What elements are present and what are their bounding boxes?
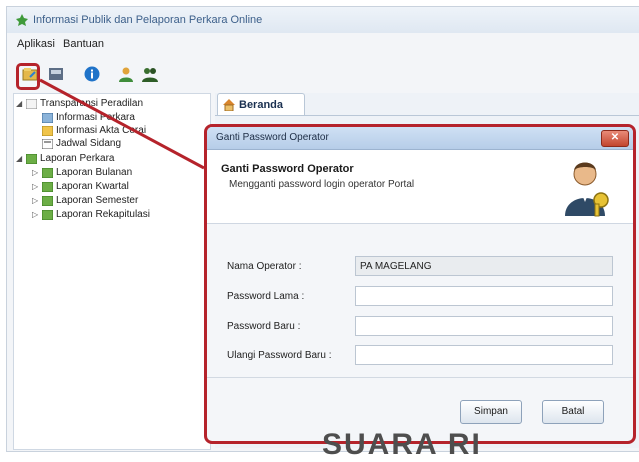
nama-operator-field[interactable] [355, 256, 613, 276]
page-icon [42, 113, 53, 123]
group-icon[interactable] [141, 65, 159, 83]
tree-item-transparansi[interactable]: Transparansi Peradilan [40, 98, 143, 110]
menu-bantuan[interactable]: Bantuan [63, 38, 104, 50]
label-password-baru: Password Baru : [227, 321, 301, 332]
tree-item-laporan-semester[interactable]: Laporan Semester [56, 195, 138, 207]
ulangi-password-field[interactable] [355, 345, 613, 365]
toolbar [7, 59, 639, 89]
title-bar: Informasi Publik dan Pelaporan Perkara O… [7, 7, 639, 33]
user-icon[interactable] [117, 65, 135, 83]
close-icon[interactable]: ✕ [601, 130, 629, 147]
tab-divider [215, 115, 639, 116]
page-icon [42, 126, 53, 136]
dialog-header: Ganti Password Operator Mengganti passwo… [207, 150, 633, 224]
menu-bar: Aplikasi Bantuan [7, 34, 639, 54]
tree-item-informasi-perkara[interactable]: Informasi Perkara [56, 112, 135, 124]
label-nama-operator: Nama Operator : [227, 261, 302, 272]
toolbar-highlight [16, 63, 40, 90]
navigation-tree: ◢ Transparansi Peradilan Informasi Perka… [13, 93, 211, 450]
watermark: SUARA RI [322, 428, 482, 461]
dialog-heading: Ganti Password Operator [221, 163, 354, 175]
dialog-title: Ganti Password Operator [216, 132, 329, 143]
expand-icon[interactable]: ▷ [32, 196, 38, 205]
folder-icon [42, 196, 53, 206]
folder-icon [26, 99, 37, 109]
password-baru-field[interactable] [355, 316, 613, 336]
change-password-dialog: Ganti Password Operator ✕ Ganti Password… [204, 124, 636, 444]
cancel-button[interactable]: Batal [542, 400, 604, 424]
collapse-icon[interactable]: ◢ [16, 154, 22, 163]
password-lama-field[interactable] [355, 286, 613, 306]
folder-icon [26, 154, 37, 164]
page-icon [42, 139, 53, 149]
expand-icon[interactable]: ▷ [32, 168, 38, 177]
folder-icon [42, 168, 53, 178]
folder-icon [42, 210, 53, 220]
tree-item-jadwal-sidang[interactable]: Jadwal Sidang [56, 138, 121, 150]
expand-icon[interactable]: ▷ [32, 182, 38, 191]
collapse-icon[interactable]: ◢ [16, 99, 22, 108]
app-icon [16, 14, 28, 26]
dialog-title-bar: Ganti Password Operator ✕ [207, 127, 633, 150]
dialog-footer-divider [207, 377, 633, 378]
menu-aplikasi[interactable]: Aplikasi [17, 38, 55, 50]
info-icon[interactable] [83, 65, 101, 83]
user-key-icon [565, 162, 609, 217]
tree-item-akta-cerai[interactable]: Informasi Akta Cerai [56, 125, 146, 137]
label-password-lama: Password Lama : [227, 291, 305, 302]
dialog-subheading: Mengganti password login operator Portal [229, 179, 415, 190]
tab-beranda[interactable]: Beranda [217, 93, 305, 116]
document-icon[interactable] [47, 65, 65, 83]
home-icon [223, 99, 235, 111]
label-ulangi-password: Ulangi Password Baru : [227, 350, 332, 361]
save-button[interactable]: Simpan [460, 400, 522, 424]
window-title: Informasi Publik dan Pelaporan Perkara O… [33, 14, 263, 26]
tree-item-laporan-rekapitulasi[interactable]: Laporan Rekapitulasi [56, 209, 150, 221]
tree-item-laporan-bulanan[interactable]: Laporan Bulanan [56, 167, 132, 179]
expand-icon[interactable]: ▷ [32, 210, 38, 219]
folder-icon [42, 182, 53, 192]
tab-label: Beranda [239, 99, 284, 111]
tree-item-laporan-kwartal[interactable]: Laporan Kwartal [56, 181, 129, 193]
tree-item-laporan-perkara[interactable]: Laporan Perkara [40, 153, 115, 165]
